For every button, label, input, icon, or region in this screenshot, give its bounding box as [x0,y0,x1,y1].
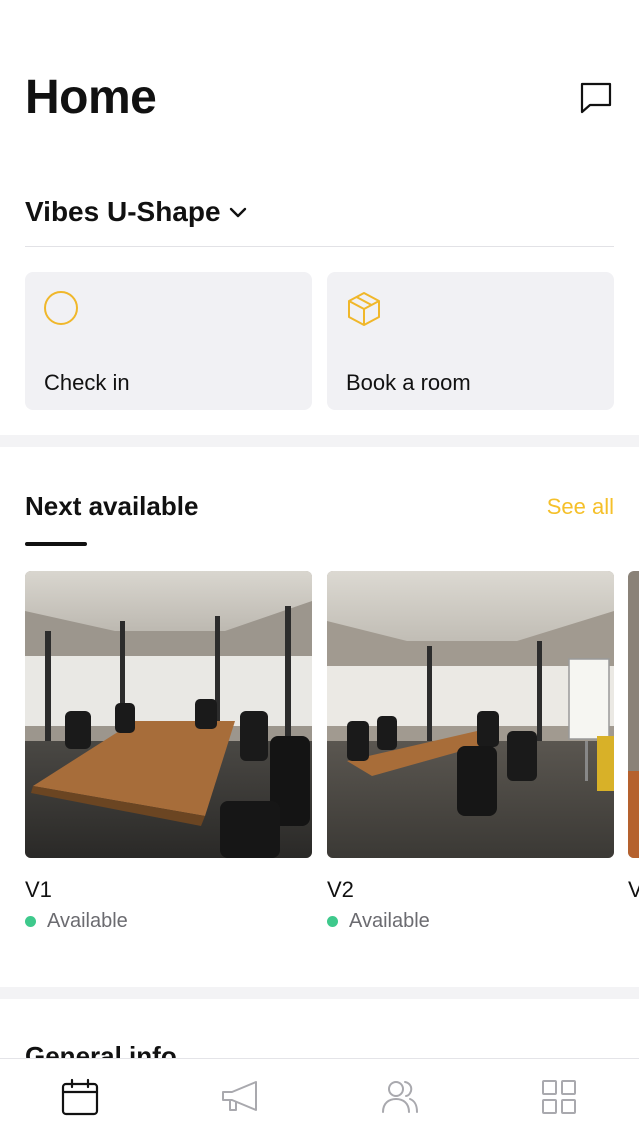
people-icon [382,1081,418,1113]
tab-apps[interactable] [539,1077,579,1117]
calendar-icon [61,1078,99,1116]
location-selector[interactable]: Vibes U-Shape [25,194,249,230]
cube-icon [348,292,380,326]
tab-announcements[interactable] [220,1077,260,1117]
status-label: Available [47,910,128,932]
room-photo [628,571,639,858]
room-card[interactable]: V [628,571,639,919]
header: Home [25,70,614,126]
check-in-button[interactable]: Check in [25,272,312,410]
room-photo [25,571,312,858]
check-in-label: Check in [44,370,130,395]
book-room-label: Book a room [346,370,471,395]
chevron-down-icon [229,207,246,218]
room-status: Available [327,908,614,934]
page-title: Home [25,71,157,124]
room-name: V1 [25,877,52,902]
grid-icon [542,1080,576,1114]
room-card[interactable]: V1 Available [25,571,312,934]
book-room-button[interactable]: Book a room [327,272,614,410]
status-dot [25,915,36,927]
circle-icon [44,291,78,325]
room-status [628,908,639,919]
tab-people[interactable] [380,1077,420,1117]
status-label: Available [349,910,430,932]
room-status: Available [25,908,312,934]
status-dot [327,915,338,927]
room-name: V [628,877,639,902]
next-available-header: Next available See all [25,488,614,524]
location-label: Vibes U-Shape [25,196,221,227]
see-all-link[interactable]: See all [547,492,614,522]
tab-bar [0,1058,639,1136]
section-separator [0,435,639,447]
divider [25,246,614,247]
room-card[interactable]: V2 Available [327,571,614,934]
section-separator [0,987,639,999]
chat-icon[interactable] [578,80,614,116]
megaphone-icon [222,1081,257,1111]
room-photo [327,571,614,858]
section-underline [25,542,87,546]
tab-calendar[interactable] [60,1077,100,1117]
section-title: Next available [25,491,199,521]
room-name: V2 [327,877,354,902]
